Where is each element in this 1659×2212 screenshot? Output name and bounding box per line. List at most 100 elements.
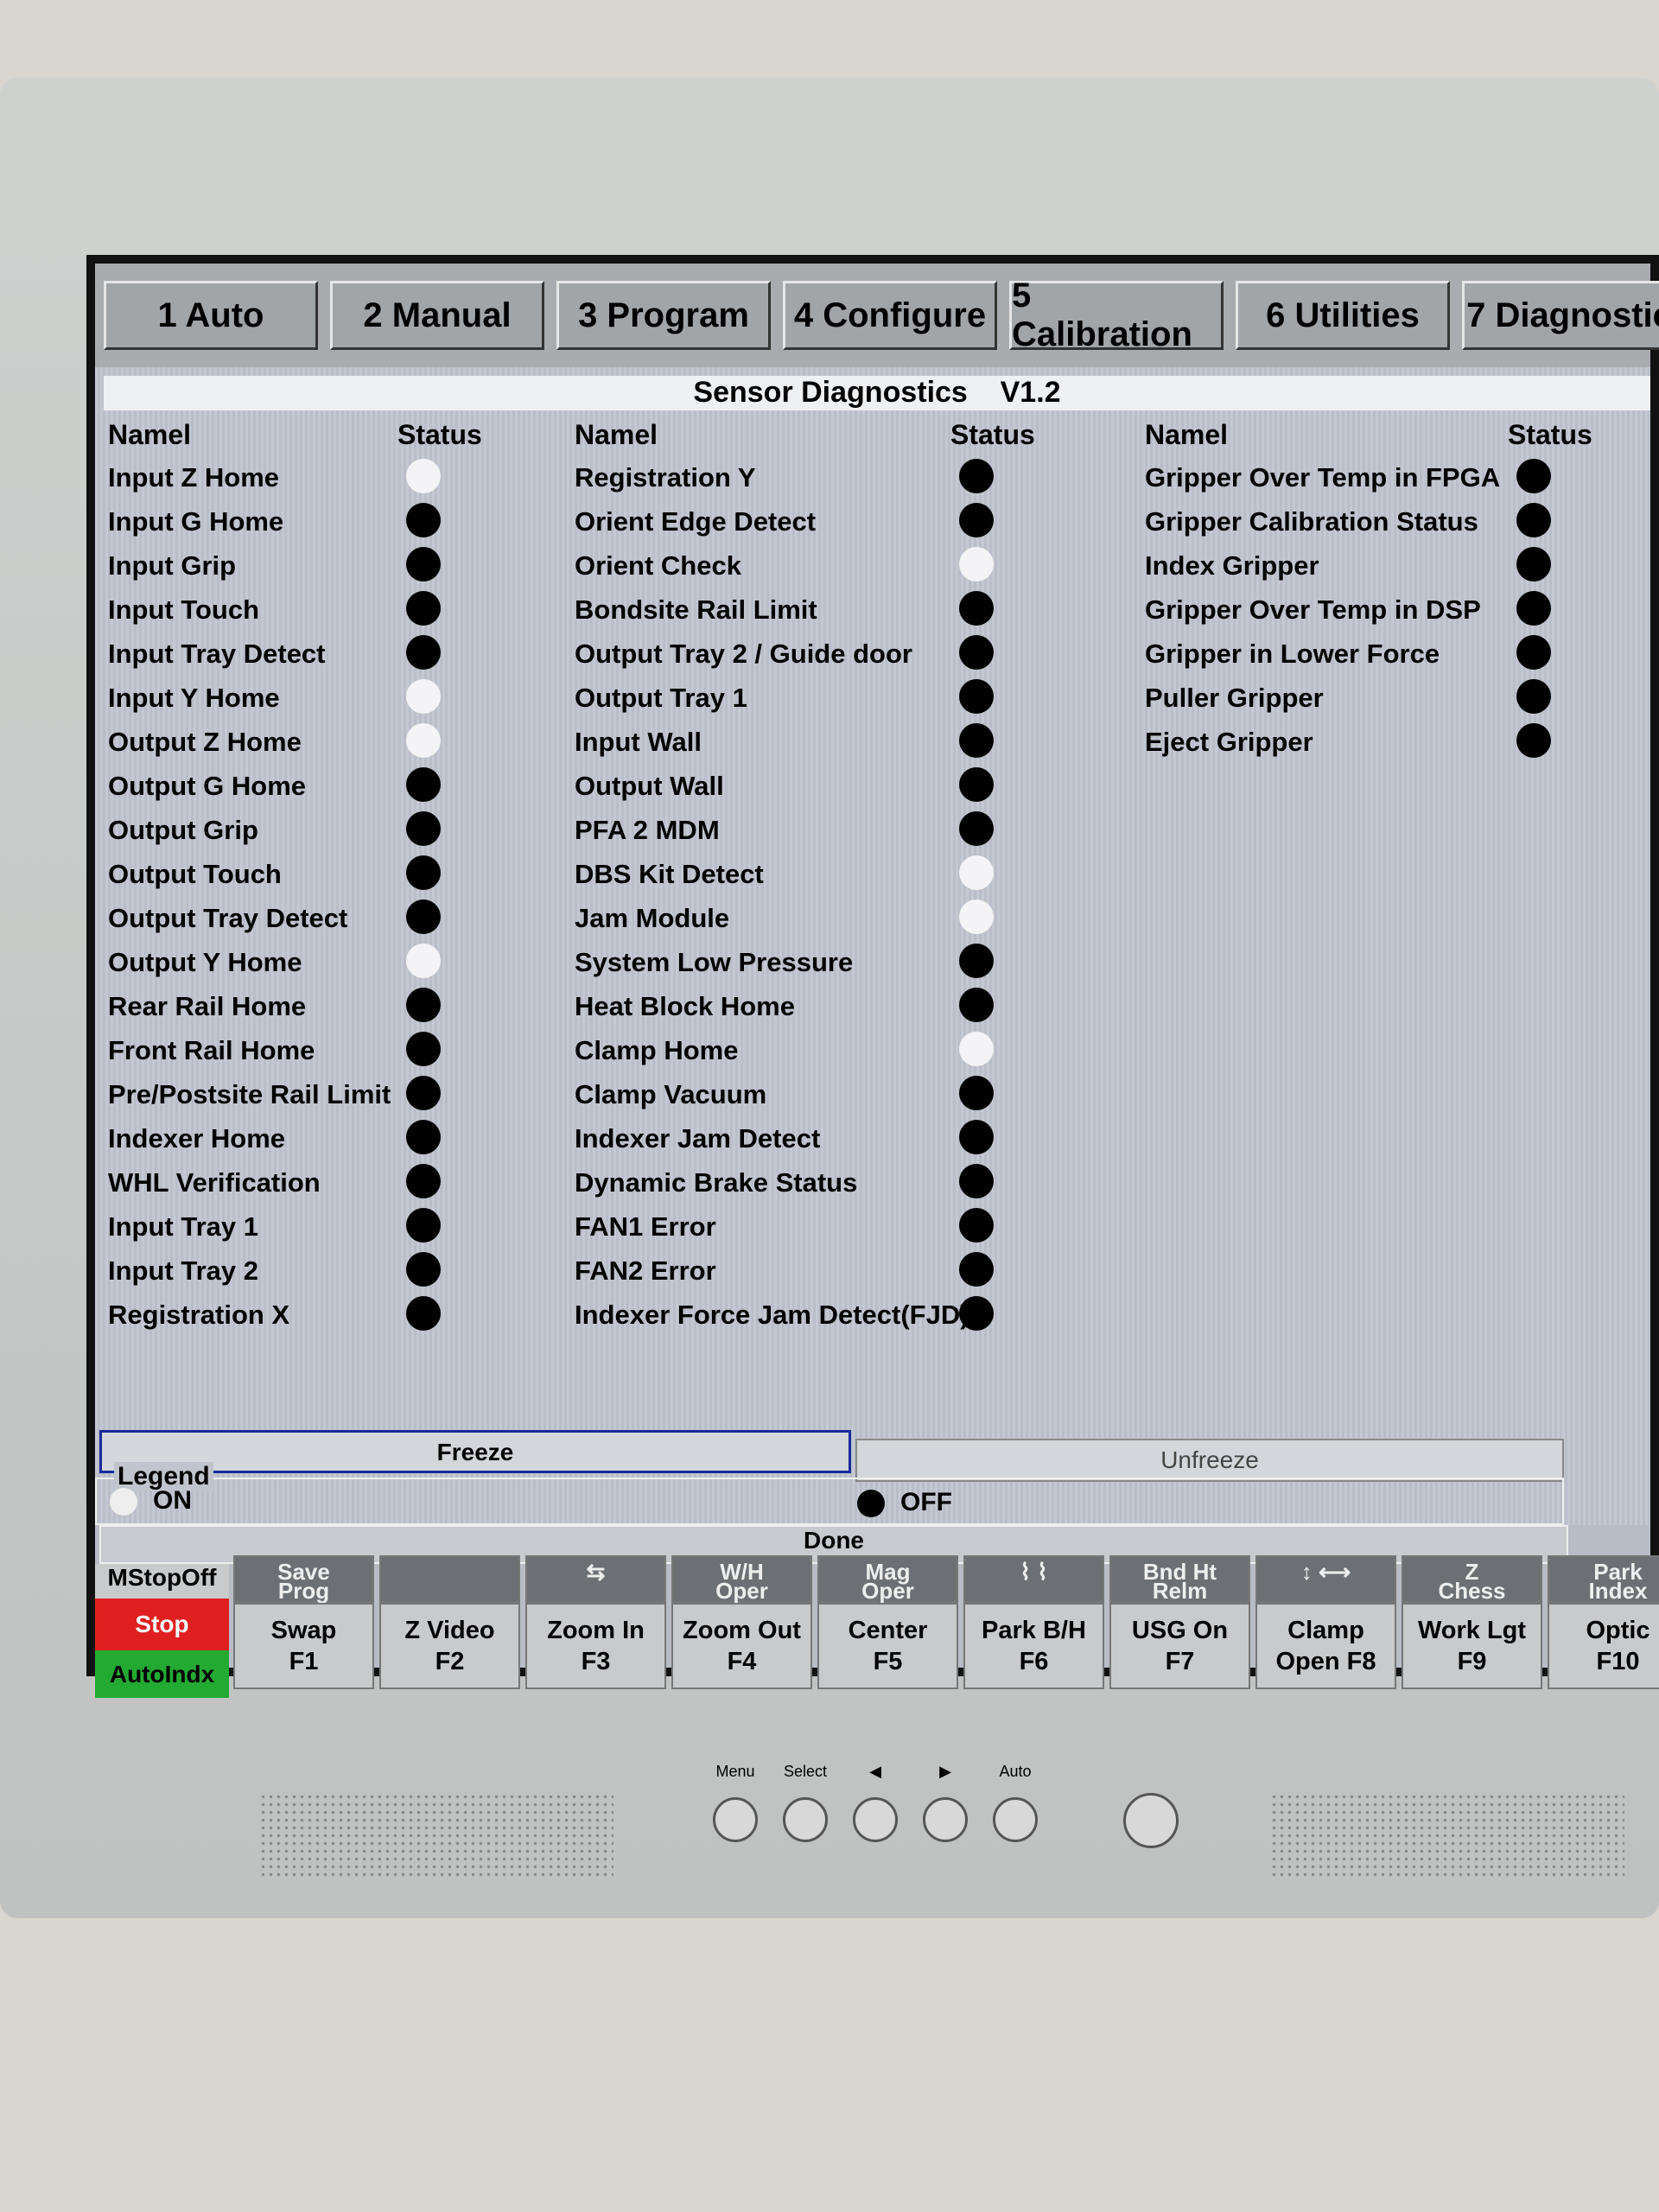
sensor-name: FAN1 Error: [575, 1211, 716, 1242]
tab-5[interactable]: 5 Calibration: [1009, 276, 1224, 353]
toolbar-key[interactable]: Bnd Ht Relm: [1109, 1555, 1250, 1603]
monitor-button-label: ◀: [869, 1763, 881, 1780]
status-indicator-off: [1516, 723, 1551, 758]
unfreeze-button[interactable]: Unfreeze: [855, 1439, 1564, 1482]
monitor-button[interactable]: [853, 1797, 898, 1842]
sensor-name: Input Touch: [108, 594, 260, 625]
sensor-name: Output Tray Detect: [108, 903, 348, 933]
status-indicator-off: [406, 635, 441, 670]
sensor-name: Input Grip: [108, 550, 237, 581]
sensor-name: Output Tray 1: [575, 683, 747, 713]
status-indicator-off: [959, 1252, 994, 1287]
tab-6[interactable]: 6 Utilities: [1236, 281, 1450, 350]
toolbar-key[interactable]: Z Chess: [1402, 1555, 1542, 1603]
sensor-name: Input Y Home: [108, 683, 280, 713]
status-indicator-off: [959, 1296, 994, 1331]
sensor-name: Heat Block Home: [575, 991, 795, 1021]
autoindx-button[interactable]: AutoIndx: [95, 1650, 229, 1698]
tab-bar: 1 Auto 2 Manual 3 Program 4 Configure 5 Cali…: [95, 264, 1659, 367]
toolbar-key[interactable]: ⌇ ⌇: [963, 1555, 1104, 1603]
legend-on-label: ON: [153, 1486, 192, 1515]
status-indicator-off: [959, 459, 994, 493]
sensor-diagnostics-panel: Sensor Diagnostics V1.2 Namel Status Input…: [95, 367, 1650, 1525]
sensor-name: Gripper Calibration Status: [1145, 506, 1478, 537]
toolbar-key[interactable]: ↕ ⟷: [1255, 1555, 1396, 1603]
status-indicator-on: [959, 547, 994, 582]
stop-button[interactable]: Stop: [95, 1599, 229, 1650]
sensor-name: Output Touch: [108, 859, 282, 889]
status-header: Status: [1508, 419, 1592, 450]
sensor-name: Input Wall: [575, 727, 702, 757]
status-indicator-off: [406, 767, 441, 802]
sensor-name: Input Tray 2: [108, 1255, 258, 1286]
function-key-f3[interactable]: Zoom In F3: [525, 1603, 666, 1689]
function-key-f5[interactable]: Center F5: [817, 1603, 958, 1689]
monitor-button[interactable]: [713, 1797, 758, 1842]
sensor-name: PFA 2 MDM: [575, 815, 720, 845]
toolbar-key[interactable]: Park Index: [1548, 1555, 1659, 1603]
tab-3[interactable]: 3 Program: [556, 281, 771, 350]
sensor-name: DBS Kit Detect: [575, 859, 764, 889]
status-indicator-off: [1516, 547, 1551, 582]
monitor-button[interactable]: [923, 1797, 968, 1842]
status-indicator-off: [959, 1120, 994, 1154]
tab-2[interactable]: 2 Manual: [330, 281, 544, 350]
monitor-button[interactable]: [783, 1797, 828, 1842]
sensor-name: Clamp Home: [575, 1035, 739, 1065]
sensor-name: Input G Home: [108, 506, 284, 537]
toolbar-key[interactable]: Save Prog: [233, 1555, 374, 1603]
status-indicator-on: [959, 855, 994, 890]
status-indicator-off: [406, 1120, 441, 1154]
sensor-name: Front Rail Home: [108, 1035, 315, 1065]
power-button[interactable]: [1123, 1793, 1179, 1848]
status-indicator-off: [959, 1208, 994, 1243]
function-key-f7[interactable]: USG On F7: [1109, 1603, 1250, 1689]
status-indicator-off: [1516, 459, 1551, 493]
status-indicator-off: [959, 1076, 994, 1110]
status-indicator-off: [406, 899, 441, 934]
status-indicator-on: [959, 1032, 994, 1066]
name-header: Namel: [108, 419, 192, 450]
function-key-f10[interactable]: Optic F10: [1548, 1603, 1659, 1689]
toolbar-key[interactable]: Mag Oper: [817, 1555, 958, 1603]
status-indicator-off: [959, 988, 994, 1022]
title-bar: Sensor Diagnostics V1.2: [104, 376, 1650, 410]
sensor-name: Rear Rail Home: [108, 991, 307, 1021]
function-key-f4[interactable]: Zoom Out F4: [671, 1603, 812, 1689]
tab-1[interactable]: 1 Auto: [104, 281, 318, 350]
status-indicator-off: [406, 1032, 441, 1066]
legend-on-dot: [110, 1488, 137, 1516]
name-header: Namel: [575, 419, 658, 450]
function-key-f2[interactable]: Z Video F2: [379, 1603, 520, 1689]
function-key-f1[interactable]: Swap F1: [233, 1603, 374, 1689]
toolbar-key[interactable]: ⇆: [525, 1555, 666, 1603]
function-key-f9[interactable]: Work Lgt F9: [1402, 1603, 1542, 1689]
sensor-name: Index Gripper: [1145, 550, 1319, 581]
sensor-name: Indexer Jam Detect: [575, 1123, 821, 1154]
sensor-name: Gripper Over Temp in FPGA: [1145, 462, 1501, 493]
sensor-name: Puller Gripper: [1145, 683, 1324, 713]
function-key-f8[interactable]: Clamp Open F8: [1255, 1603, 1396, 1689]
tab-7[interactable]: 7 Diagnostic: [1462, 281, 1659, 350]
monitor-button[interactable]: [993, 1797, 1038, 1842]
monitor-button-label: Menu: [715, 1763, 755, 1780]
toolbar-key[interactable]: W/H Oper: [671, 1555, 812, 1603]
status-indicator-off: [406, 591, 441, 626]
status-indicator-off: [959, 591, 994, 626]
monitor-button-label: ▶: [939, 1763, 951, 1780]
status-indicator-off: [406, 503, 441, 537]
tab-4[interactable]: 4 Configure: [783, 281, 997, 350]
status-indicator-off: [959, 635, 994, 670]
version: V1.2: [1000, 376, 1061, 409]
status-indicator-off: [406, 1076, 441, 1110]
sensor-name: Pre/Postsite Rail Limit: [108, 1079, 391, 1109]
toolbar-key[interactable]: [379, 1555, 520, 1603]
status-indicator-off: [959, 767, 994, 802]
legend-off-dot: [857, 1490, 885, 1517]
speaker-grill-left: [259, 1793, 613, 1879]
sensor-name: Output G Home: [108, 771, 307, 801]
sensor-name: Orient Edge Detect: [575, 506, 817, 537]
status-indicator-off: [1516, 503, 1551, 537]
sensor-name: Registration X: [108, 1300, 290, 1330]
function-key-f6[interactable]: Park B/H F6: [963, 1603, 1104, 1689]
